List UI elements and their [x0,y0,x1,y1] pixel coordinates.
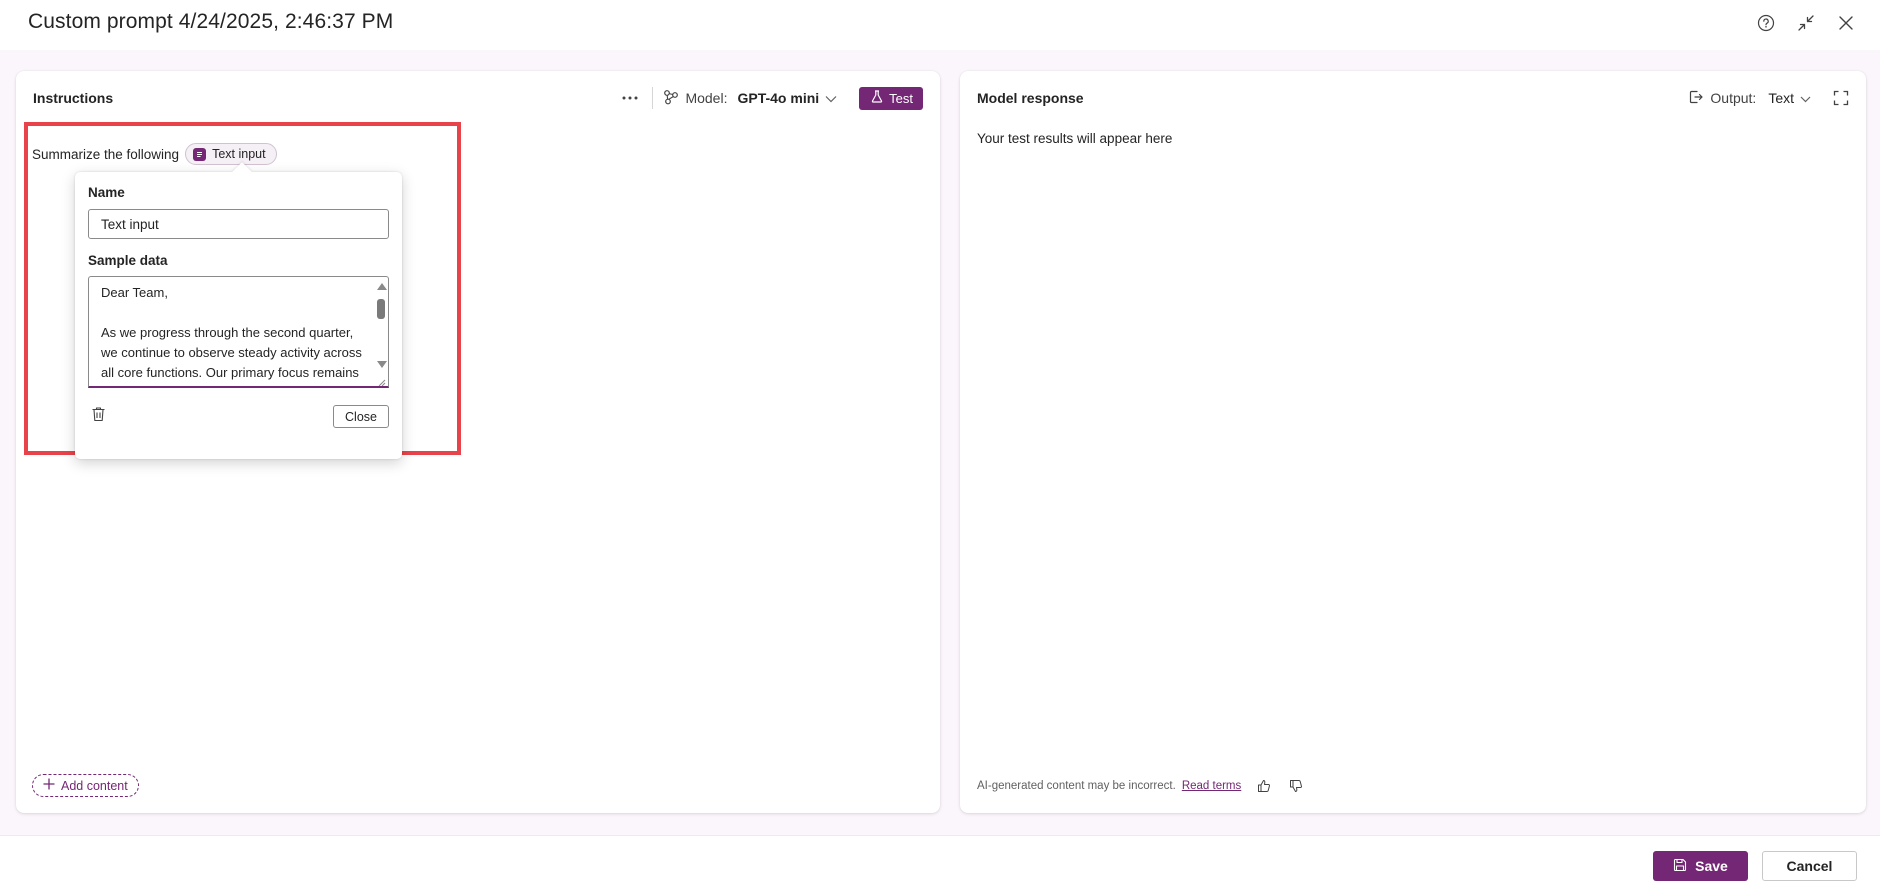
close-icon[interactable] [1834,11,1858,35]
model-value: GPT-4o mini [737,90,820,106]
toolbar-divider [652,87,654,109]
name-field[interactable] [88,209,389,239]
name-label: Name [88,185,125,200]
input-popover: Name Sample data Dear Team, As we progre… [75,162,402,459]
window-actions [1754,11,1858,35]
popover-beak [232,162,252,182]
scroll-up-icon[interactable] [377,283,387,290]
response-title: Model response [977,90,1084,106]
close-button[interactable]: Close [333,405,389,428]
response-toolbar: Output: Text [1688,85,1851,111]
response-placeholder: Your test results will appear here [977,131,1173,146]
sample-scrollbar[interactable] [374,277,388,386]
text-field-icon [193,147,207,161]
chip-label: Text input [212,147,266,161]
save-icon [1673,858,1687,875]
prompt-text: Summarize the following [32,146,180,162]
output-value: Text [1768,90,1794,106]
collapse-icon[interactable] [1794,11,1818,35]
response-header: Model response Output: Text [960,71,1866,127]
save-label: Save [1695,858,1728,874]
scroll-thumb[interactable] [377,299,385,319]
output-selector[interactable]: Output: Text [1688,89,1811,108]
model-selector[interactable]: Model: GPT-4o mini [663,85,837,111]
prompt-editor[interactable]: Summarize the following Text input [32,143,277,165]
read-terms-link[interactable]: Read terms [1182,780,1241,792]
model-label: Model: [685,90,728,106]
workspace: Instructions Model: GPT-4o mini Test Sum… [0,50,1880,835]
model-network-icon [663,89,679,108]
instructions-toolbar: Model: GPT-4o mini Test [616,85,923,111]
response-panel: Model response Output: Text Your test re [960,71,1866,813]
delete-icon[interactable] [88,404,108,424]
sample-data-text: Dear Team, As we progress through the se… [101,285,362,386]
output-label: Output: [1710,90,1757,106]
add-content-button[interactable]: Add content [32,774,139,797]
flask-icon [871,90,883,106]
plus-icon [43,778,55,793]
more-options-icon[interactable] [616,85,644,111]
fullscreen-icon[interactable] [1831,88,1851,108]
instructions-title: Instructions [33,90,114,106]
test-label: Test [889,90,913,106]
scroll-down-icon[interactable] [377,361,387,368]
ai-disclaimer: AI-generated content may be incorrect. R… [977,777,1305,795]
save-button[interactable]: Save [1653,851,1748,881]
chevron-down-icon [825,90,837,106]
instructions-header: Instructions Model: GPT-4o mini Test [16,71,940,127]
chevron-down-icon [1800,90,1811,106]
add-content-label: Add content [61,778,128,793]
text-input-chip[interactable]: Text input [185,143,277,165]
thumbs-up-icon[interactable] [1255,777,1273,795]
thumbs-down-icon[interactable] [1287,777,1305,795]
test-button[interactable]: Test [859,86,923,110]
output-arrow-icon [1688,89,1704,108]
sample-data-label: Sample data [88,253,168,268]
cancel-button[interactable]: Cancel [1762,851,1857,881]
resize-grip-icon[interactable] [376,374,386,386]
instructions-panel: Instructions Model: GPT-4o mini Test Sum… [16,71,940,813]
page-title: Custom prompt 4/24/2025, 2:46:37 PM [28,10,394,33]
disclaimer-text: AI-generated content may be incorrect. [977,780,1176,792]
help-icon[interactable] [1754,11,1778,35]
footer-bar: Save Cancel [0,835,1880,887]
title-bar: Custom prompt 4/24/2025, 2:46:37 PM [0,0,1880,50]
sample-data-field[interactable]: Dear Team, As we progress through the se… [88,276,389,388]
